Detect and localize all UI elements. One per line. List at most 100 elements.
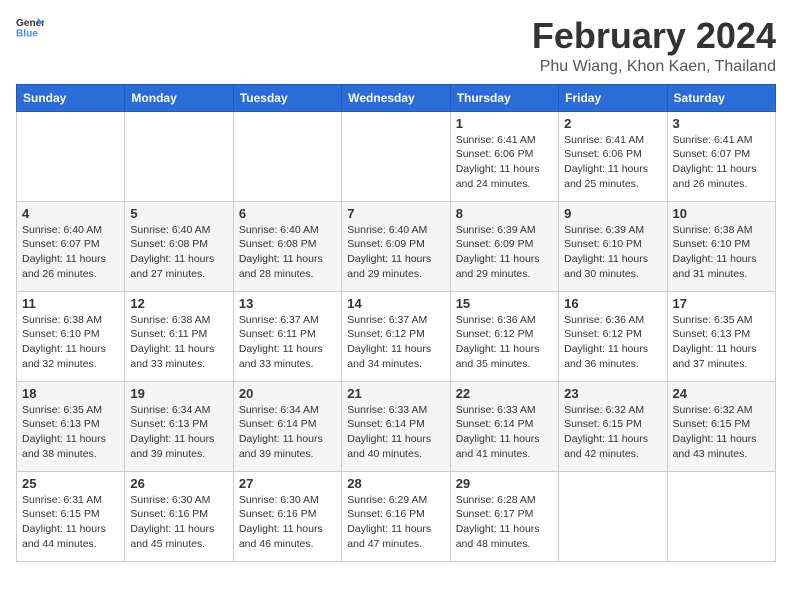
day-number: 25 [22,476,119,491]
calendar-cell: 28Sunrise: 6:29 AMSunset: 6:16 PMDayligh… [342,471,450,561]
calendar-cell: 25 Sunrise: 6:31 AMSunset: 6:15 PMDayligh… [17,471,125,561]
day-info: Sunrise: 6:30 AMSunset: 6:16 PMDaylight:… [239,494,323,550]
calendar-cell: 11 Sunrise: 6:38 AMSunset: 6:10 PMDayligh… [17,291,125,381]
day-number: 18 [22,386,119,401]
svg-text:Blue: Blue [16,28,38,38]
day-info: Sunrise: 6:38 AMSunset: 6:10 PMDaylight:… [22,314,106,370]
day-number: 24 [673,386,770,401]
subtitle: Phu Wiang, Khon Kaen, Thailand [532,58,776,76]
calendar-cell: 12Sunrise: 6:38 AMSunset: 6:11 PMDayligh… [125,291,233,381]
calendar-cell [17,111,125,201]
calendar-cell: 23 Sunrise: 6:32 AMSunset: 6:15 PMDayligh… [559,381,667,471]
calendar-cell: 2 Sunrise: 6:41 AMSunset: 6:06 PMDaylight… [559,111,667,201]
day-number: 4 [22,206,119,221]
day-info: Sunrise: 6:39 AMSunset: 6:09 PMDaylight:… [456,224,540,280]
day-number: 5 [130,206,227,221]
day-info: Sunrise: 6:34 AMSunset: 6:13 PMDaylight:… [130,404,214,460]
title-block: February 2024 Phu Wiang, Khon Kaen, Thai… [532,16,776,76]
calendar-cell: 10 Sunrise: 6:38 AMSunset: 6:10 PMDayligh… [667,201,775,291]
weekday-header-cell: Monday [125,84,233,111]
calendar-cell: 4 Sunrise: 6:40 AMSunset: 6:07 PMDaylight… [17,201,125,291]
day-number: 10 [673,206,770,221]
day-number: 6 [239,206,336,221]
day-info: Sunrise: 6:41 AMSunset: 6:07 PMDaylight:… [673,134,757,190]
weekday-header-cell: Sunday [17,84,125,111]
calendar-week-row: 25 Sunrise: 6:31 AMSunset: 6:15 PMDayligh… [17,471,776,561]
day-number: 28 [347,476,444,491]
day-number: 11 [22,296,119,311]
day-number: 8 [456,206,553,221]
calendar-cell: 7 Sunrise: 6:40 AMSunset: 6:09 PMDaylight… [342,201,450,291]
calendar-cell: 19 Sunrise: 6:34 AMSunset: 6:13 PMDayligh… [125,381,233,471]
day-number: 27 [239,476,336,491]
calendar-cell: 14 Sunrise: 6:37 AMSunset: 6:12 PMDayligh… [342,291,450,381]
day-number: 12 [130,296,227,311]
day-number: 19 [130,386,227,401]
calendar-cell: 18 Sunrise: 6:35 AMSunset: 6:13 PMDayligh… [17,381,125,471]
calendar-cell: 1 Sunrise: 6:41 AMSunset: 6:06 PMDaylight… [450,111,558,201]
day-number: 15 [456,296,553,311]
day-number: 26 [130,476,227,491]
day-info: Sunrise: 6:31 AMSunset: 6:15 PMDaylight:… [22,494,106,550]
day-number: 20 [239,386,336,401]
day-info: Sunrise: 6:35 AMSunset: 6:13 PMDaylight:… [22,404,106,460]
calendar-cell: 3 Sunrise: 6:41 AMSunset: 6:07 PMDaylight… [667,111,775,201]
day-number: 14 [347,296,444,311]
day-info: Sunrise: 6:28 AMSunset: 6:17 PMDaylight:… [456,494,540,550]
calendar-cell: 8 Sunrise: 6:39 AMSunset: 6:09 PMDaylight… [450,201,558,291]
day-number: 17 [673,296,770,311]
day-number: 21 [347,386,444,401]
calendar-cell: 9Sunrise: 6:39 AMSunset: 6:10 PMDaylight… [559,201,667,291]
day-info: Sunrise: 6:40 AMSunset: 6:07 PMDaylight:… [22,224,106,280]
day-info: Sunrise: 6:41 AMSunset: 6:06 PMDaylight:… [456,134,540,190]
weekday-header-cell: Wednesday [342,84,450,111]
day-info: Sunrise: 6:33 AMSunset: 6:14 PMDaylight:… [347,404,431,460]
day-number: 3 [673,116,770,131]
weekday-header-cell: Tuesday [233,84,341,111]
calendar-cell [233,111,341,201]
calendar-week-row: 4 Sunrise: 6:40 AMSunset: 6:07 PMDaylight… [17,201,776,291]
day-info: Sunrise: 6:34 AMSunset: 6:14 PMDaylight:… [239,404,323,460]
day-info: Sunrise: 6:40 AMSunset: 6:08 PMDaylight:… [130,224,214,280]
day-info: Sunrise: 6:38 AMSunset: 6:10 PMDaylight:… [673,224,757,280]
calendar-cell: 27 Sunrise: 6:30 AMSunset: 6:16 PMDayligh… [233,471,341,561]
calendar-cell: 5 Sunrise: 6:40 AMSunset: 6:08 PMDaylight… [125,201,233,291]
day-info: Sunrise: 6:36 AMSunset: 6:12 PMDaylight:… [456,314,540,370]
weekday-header-cell: Friday [559,84,667,111]
day-info: Sunrise: 6:37 AMSunset: 6:12 PMDaylight:… [347,314,431,370]
day-info: Sunrise: 6:36 AMSunset: 6:12 PMDaylight:… [564,314,648,370]
day-number: 22 [456,386,553,401]
day-info: Sunrise: 6:30 AMSunset: 6:16 PMDaylight:… [130,494,214,550]
calendar-cell: 20 Sunrise: 6:34 AMSunset: 6:14 PMDayligh… [233,381,341,471]
logo: General Blue [16,16,44,38]
calendar-cell: 13Sunrise: 6:37 AMSunset: 6:11 PMDayligh… [233,291,341,381]
calendar-cell: 21 Sunrise: 6:33 AMSunset: 6:14 PMDayligh… [342,381,450,471]
day-info: Sunrise: 6:32 AMSunset: 6:15 PMDaylight:… [564,404,648,460]
day-info: Sunrise: 6:41 AMSunset: 6:06 PMDaylight:… [564,134,648,190]
calendar-cell: 24 Sunrise: 6:32 AMSunset: 6:15 PMDayligh… [667,381,775,471]
page-header: General Blue February 2024 Phu Wiang, Kh… [16,16,776,76]
calendar-table: SundayMondayTuesdayWednesdayThursdayFrid… [16,84,776,562]
calendar-cell: 22 Sunrise: 6:33 AMSunset: 6:14 PMDayligh… [450,381,558,471]
calendar-body: 1 Sunrise: 6:41 AMSunset: 6:06 PMDaylight… [17,111,776,561]
calendar-week-row: 1 Sunrise: 6:41 AMSunset: 6:06 PMDaylight… [17,111,776,201]
day-number: 2 [564,116,661,131]
calendar-cell: 29Sunrise: 6:28 AMSunset: 6:17 PMDayligh… [450,471,558,561]
day-number: 23 [564,386,661,401]
logo-icon: General Blue [16,16,44,38]
calendar-cell: 26 Sunrise: 6:30 AMSunset: 6:16 PMDayligh… [125,471,233,561]
day-number: 1 [456,116,553,131]
day-info: Sunrise: 6:33 AMSunset: 6:14 PMDaylight:… [456,404,540,460]
weekday-header-row: SundayMondayTuesdayWednesdayThursdayFrid… [17,84,776,111]
day-info: Sunrise: 6:32 AMSunset: 6:15 PMDaylight:… [673,404,757,460]
day-number: 16 [564,296,661,311]
day-info: Sunrise: 6:37 AMSunset: 6:11 PMDaylight:… [239,314,323,370]
day-number: 7 [347,206,444,221]
day-number: 9 [564,206,661,221]
day-info: Sunrise: 6:40 AMSunset: 6:09 PMDaylight:… [347,224,431,280]
weekday-header-cell: Saturday [667,84,775,111]
calendar-cell: 17 Sunrise: 6:35 AMSunset: 6:13 PMDayligh… [667,291,775,381]
day-info: Sunrise: 6:35 AMSunset: 6:13 PMDaylight:… [673,314,757,370]
calendar-week-row: 18 Sunrise: 6:35 AMSunset: 6:13 PMDayligh… [17,381,776,471]
calendar-cell: 6Sunrise: 6:40 AMSunset: 6:08 PMDaylight… [233,201,341,291]
